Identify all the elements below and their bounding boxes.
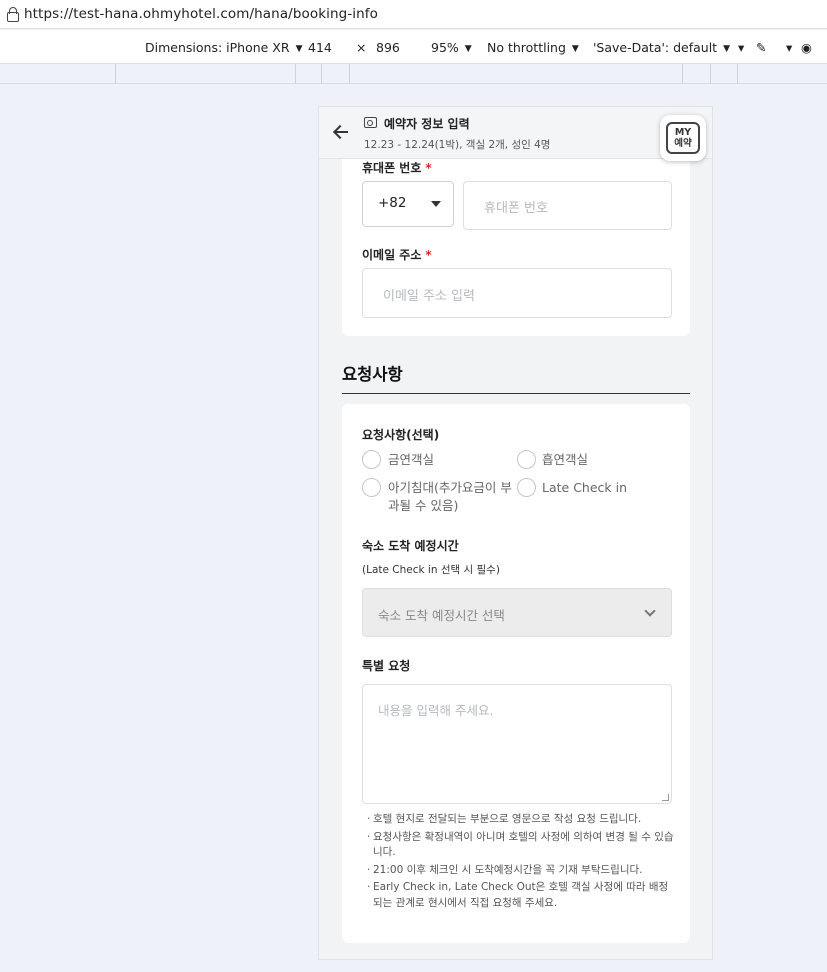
- url-text[interactable]: https://test-hana.ohmyhotel.com/hana/boo…: [24, 6, 378, 22]
- caret-down-icon: [431, 201, 441, 207]
- requests-options-label: 요청사항(선택): [362, 428, 440, 442]
- section-divider: [342, 393, 690, 394]
- caret-down-icon: ▼: [723, 44, 731, 54]
- times-sign: ×: [356, 40, 367, 55]
- ruler-tick: [682, 64, 683, 84]
- caret-down-icon[interactable]: ▾: [786, 40, 792, 55]
- back-arrow-icon[interactable]: [332, 123, 350, 141]
- save-data-dropdown[interactable]: 'Save-Data': default ▼: [593, 40, 730, 55]
- radio-label-late-check-in[interactable]: Late Check in: [542, 479, 627, 497]
- height-field[interactable]: 896: [376, 40, 400, 55]
- eye-icon[interactable]: ◉: [801, 40, 812, 55]
- radio-label-baby-crib[interactable]: 아기침대(추가요금이 부과될 수 있음): [388, 479, 516, 515]
- ruler-tick: [710, 64, 711, 84]
- note-item: 21:00 이후 체크인 시 도착예정시간을 꼭 기재 부탁드립니다.: [367, 863, 677, 879]
- caret-down-icon: ▼: [571, 44, 579, 54]
- caret-down-icon: ▼: [464, 44, 472, 54]
- radio-non-smoking[interactable]: [362, 450, 381, 469]
- radio-late-check-in[interactable]: [517, 478, 536, 497]
- radio-label-smoking[interactable]: 흡연객실: [542, 451, 588, 469]
- caret-down-icon: ▼: [295, 44, 303, 54]
- ruler-tick: [737, 64, 738, 84]
- ruler-tick: [295, 64, 296, 84]
- note-item: Early Check in, Late Check Out은 호텔 객실 사정…: [367, 880, 677, 911]
- resize-handle-icon[interactable]: [662, 794, 669, 801]
- requests-section-title: 요청사항: [342, 365, 403, 384]
- booking-summary: 12.23 - 12.24(1박), 객실 2개, 성인 4명: [364, 139, 551, 151]
- arrival-time-select[interactable]: 숙소 도착 예정시간 선택: [362, 588, 672, 637]
- arrival-time-label: 숙소 도착 예정시간: [362, 539, 459, 553]
- phone-input[interactable]: 휴대폰 번호: [463, 181, 672, 230]
- more-options-icon[interactable]: ▾: [738, 40, 744, 55]
- radio-label-non-smoking[interactable]: 금연객실: [388, 451, 434, 469]
- request-notes: 호텔 현지로 전달되는 부분으로 영문으로 작성 요청 드립니다. 요청사항은 …: [367, 812, 677, 913]
- ruler-tick: [349, 64, 350, 84]
- email-label: 이메일 주소 *: [362, 248, 432, 262]
- device-ruler: [0, 63, 827, 84]
- phone-label: 휴대폰 번호 *: [362, 161, 432, 175]
- width-field[interactable]: 414: [308, 40, 332, 55]
- email-input[interactable]: 이메일 주소 입력: [362, 268, 672, 318]
- arrival-time-note: (Late Check in 선택 시 필수): [362, 564, 500, 576]
- note-item: 호텔 현지로 전달되는 부분으로 영문으로 작성 요청 드립니다.: [367, 812, 677, 828]
- my-booking-button[interactable]: MY 예약: [660, 115, 706, 161]
- chevron-down-icon: [644, 605, 656, 617]
- page-title: 예약자 정보 입력: [384, 117, 470, 131]
- throttling-dropdown[interactable]: No throttling ▼: [487, 40, 579, 55]
- device-toolbar: Dimensions: iPhone XR ▼ 414 × 896 95% ▼ No…: [0, 30, 827, 63]
- special-request-textarea[interactable]: 내용을 입력해 주세요.: [362, 684, 672, 804]
- radio-baby-crib[interactable]: [362, 478, 381, 497]
- id-card-icon: [364, 117, 377, 128]
- note-item: 요청사항은 확정내역이 아니며 호텔의 사정에 의하여 변경 될 수 있습니다.: [367, 830, 677, 861]
- lock-icon: [6, 7, 19, 22]
- my-booking-icon: MY 예약: [666, 122, 700, 154]
- pen-icon[interactable]: ✎: [756, 40, 766, 55]
- mobile-viewport: 휴대폰 번호 * +82 휴대폰 번호 이메일 주소 * 이메일 주소 입력 요청사…: [318, 106, 713, 960]
- ruler-tick: [115, 64, 116, 84]
- special-request-label: 특별 요청: [362, 659, 411, 673]
- dimensions-dropdown[interactable]: Dimensions: iPhone XR ▼: [145, 40, 302, 55]
- address-bar[interactable]: https://test-hana.ohmyhotel.com/hana/boo…: [0, 0, 827, 29]
- zoom-dropdown[interactable]: 95% ▼: [431, 40, 472, 55]
- page-header: 예약자 정보 입력 12.23 - 12.24(1박), 객실 2개, 성인 4…: [319, 107, 712, 159]
- radio-smoking[interactable]: [517, 450, 536, 469]
- country-code-select[interactable]: +82: [362, 181, 454, 227]
- ruler-tick: [321, 64, 322, 84]
